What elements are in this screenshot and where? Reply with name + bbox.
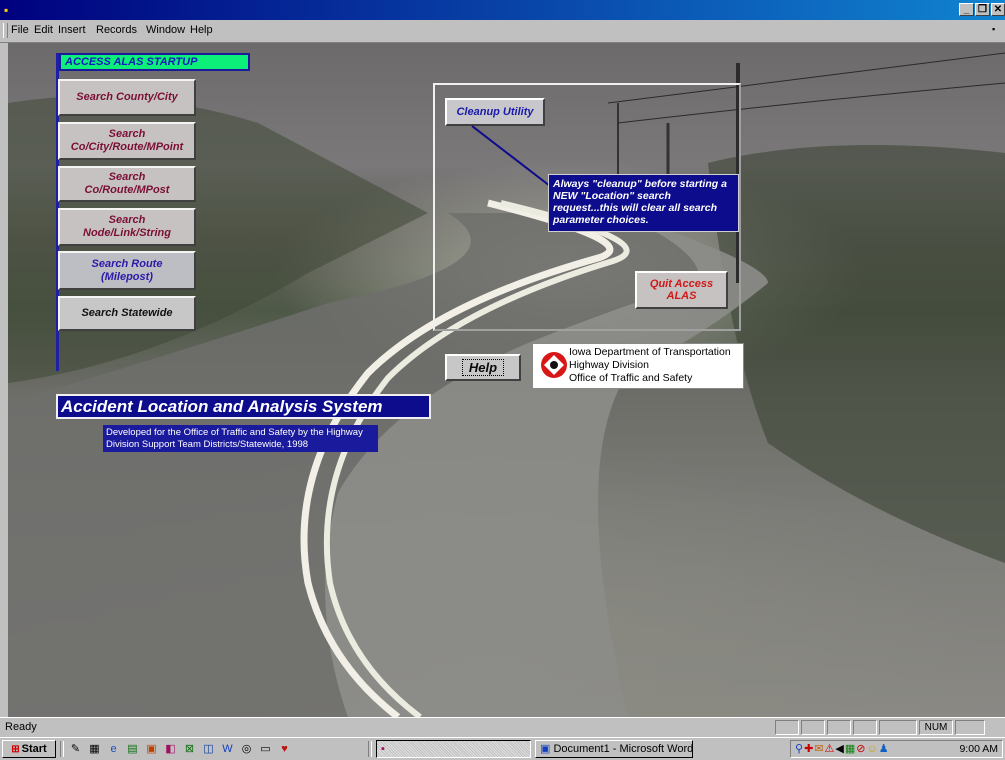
status-cell-5 [879,720,917,735]
close-button[interactable]: ✕ [991,3,1005,16]
menu-file[interactable]: File [11,24,29,36]
system-title: Accident Location and Analysis System [56,394,431,419]
help-button[interactable]: Help [445,354,521,381]
status-text: Ready [5,721,37,733]
access-icon[interactable]: ◧ [163,742,178,756]
status-cell-4 [853,720,877,735]
menu-edit[interactable]: Edit [34,24,53,36]
quit-access-alas-button[interactable]: Quit Access ALAS [635,271,728,309]
task-word-document[interactable]: ▣ Document1 - Microsoft Word [535,740,693,758]
explorer-icon[interactable]: ◎ [239,742,254,756]
status-bar: Ready NUM [0,717,1005,738]
excel-icon[interactable]: ⊠ [182,742,197,756]
access-task-icon: ▪ [381,743,385,755]
menu-insert[interactable]: Insert [58,24,86,36]
powerpoint-icon[interactable]: ▣ [144,742,159,756]
help-button-label: Help [461,359,505,376]
desktop-icon[interactable]: ▭ [258,742,273,756]
tip-pointer-line [471,125,551,187]
iowa-dot-text: Iowa Department of Transportation Highwa… [569,346,731,385]
tray-icons[interactable]: ⚲✚✉⚠◀▦⊘☺♟ [795,742,890,755]
status-cell-2 [801,720,825,735]
minimize-button[interactable]: _ [959,3,974,16]
developed-credit: Developed for the Office of Traffic and … [103,425,378,452]
search-co-route-mpost-button[interactable]: Search Co/Route/MPost [58,166,196,202]
windows-logo-icon: ⊞ [11,743,20,755]
status-cell-1 [775,720,799,735]
menu-records[interactable]: Records [96,24,137,36]
start-label: Start [21,743,47,755]
left-frame [0,43,8,717]
dot-line-2: Highway Division [569,359,649,371]
iowa-dot-box: Iowa Department of Transportation Highwa… [532,343,744,389]
word-icon[interactable]: W [220,742,235,756]
search-node-link-string-button[interactable]: Search Node/Link/String [58,208,196,246]
iowa-dot-logo-icon [541,352,567,378]
menu-help[interactable]: Help [190,24,213,36]
publisher-icon[interactable]: ◫ [201,742,216,756]
menu-bar: File Edit Insert Records Window Help ▪ [0,20,1005,43]
taskbar-separator [60,741,64,757]
quicklaunch-edit-icon[interactable]: ✎ [68,742,83,756]
search-co-city-route-mpoint-button[interactable]: Search Co/City/Route/MPoint [58,122,196,160]
num-indicator: NUM [919,720,953,735]
quicklaunch-sheet-icon[interactable]: ▦ [87,742,102,756]
cleanup-utility-button[interactable]: Cleanup Utility [445,98,545,126]
access-app-icon[interactable]: ▪ [4,3,18,17]
start-button[interactable]: ⊞ Start [2,740,56,758]
quicklaunch-chart-icon[interactable]: ▤ [125,742,140,756]
system-tray: ⚲✚✉⚠◀▦⊘☺♟ 9:00 AM [790,740,1003,758]
document-restore-icon[interactable]: ▪ [992,24,1003,36]
task-word-label: Document1 - Microsoft Word [553,743,693,755]
restore-button[interactable]: ❐ [975,3,990,16]
status-cell-3 [827,720,851,735]
search-county-city-button[interactable]: Search County/City [58,79,196,116]
dot-line-3: Office of Traffic and Safety [569,372,693,384]
dot-line-1: Iowa Department of Transportation [569,346,731,358]
taskbar-separator-2 [368,741,372,757]
search-statewide-button[interactable]: Search Statewide [58,296,196,331]
quicklaunch-misc-icon[interactable]: ♥ [277,742,292,756]
startup-label: ACCESS ALAS STARTUP [59,53,250,71]
title-bar: ▪ _ ❐ ✕ [0,0,1005,20]
search-route-milepost-button[interactable]: Search Route (Milepost) [58,251,196,290]
task-access[interactable]: ▪ [376,740,531,758]
ie-icon[interactable]: e [106,742,121,756]
word-task-icon: ▣ [540,743,551,755]
menu-window[interactable]: Window [146,24,185,36]
taskbar: ⊞ Start ✎ ▦ e ▤ ▣ ◧ ⊠ ◫ W ◎ ▭ ♥ ▪ ▣ Docu… [0,737,1005,760]
menubar-grip[interactable] [3,23,8,38]
status-cell-7 [955,720,985,735]
cleanup-tip: Always "cleanup" before starting a NEW "… [548,174,739,232]
clock[interactable]: 9:00 AM [959,743,998,755]
